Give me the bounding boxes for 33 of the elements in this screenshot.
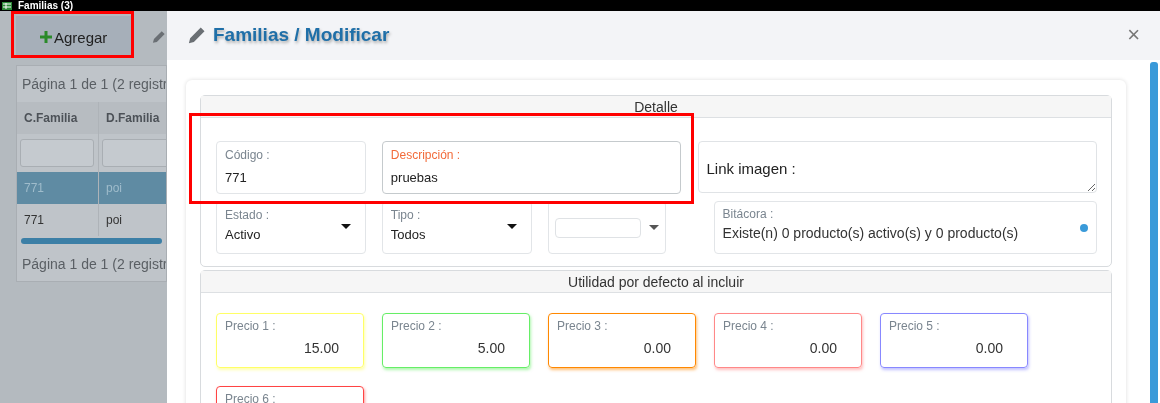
code-field[interactable]: Código : 771 xyxy=(216,141,366,194)
spreadsheet-icon xyxy=(2,1,12,10)
scroll-dot-icon xyxy=(1080,224,1088,232)
description-field[interactable]: Descripción : pruebas xyxy=(381,141,682,194)
pencil-icon xyxy=(187,25,207,45)
filter-field[interactable] xyxy=(20,139,94,167)
price-field[interactable]: Precio 1 : 15.00 xyxy=(216,313,364,368)
section-title: Utilidad por defecto al incluir xyxy=(201,271,1111,293)
combo-field[interactable] xyxy=(554,217,641,238)
table-cell: 771 xyxy=(17,172,99,204)
price-field[interactable]: Precio 2 : 5.00 xyxy=(382,313,530,368)
window-title: Familias (3) xyxy=(18,0,74,11)
price-field[interactable]: Precio 3 : 0.00 xyxy=(548,313,696,368)
column-header[interactable]: C.Familia xyxy=(17,102,99,134)
image-link-field[interactable]: Link imagen : xyxy=(698,141,1097,193)
scrollbar[interactable] xyxy=(21,238,162,244)
pencil-icon[interactable] xyxy=(151,29,167,45)
filter-field[interactable] xyxy=(102,139,166,167)
caret-icon xyxy=(506,224,517,229)
section-title: Detalle xyxy=(201,96,1111,118)
dialog-title: Familias / Modificar xyxy=(213,24,391,46)
caret-icon xyxy=(340,224,351,229)
add-button[interactable]: Agregar xyxy=(16,16,132,58)
scrollbar[interactable] xyxy=(1150,62,1158,403)
log-field[interactable]: Bitácora : Existe(n) 0 producto(s) activo(s) y 0 producto(s) xyxy=(713,201,1097,254)
price-field[interactable]: Precio 6 : xyxy=(216,386,364,403)
plus-icon xyxy=(40,31,52,43)
caret-icon[interactable] xyxy=(648,225,659,230)
price-field[interactable]: Precio 4 : 0.00 xyxy=(714,313,862,368)
price-field[interactable]: Precio 5 : 0.00 xyxy=(880,313,1028,368)
column-header[interactable]: D.Familia xyxy=(99,102,166,134)
table-cell: 771 xyxy=(17,204,99,236)
close-button[interactable]: × xyxy=(1125,24,1142,46)
